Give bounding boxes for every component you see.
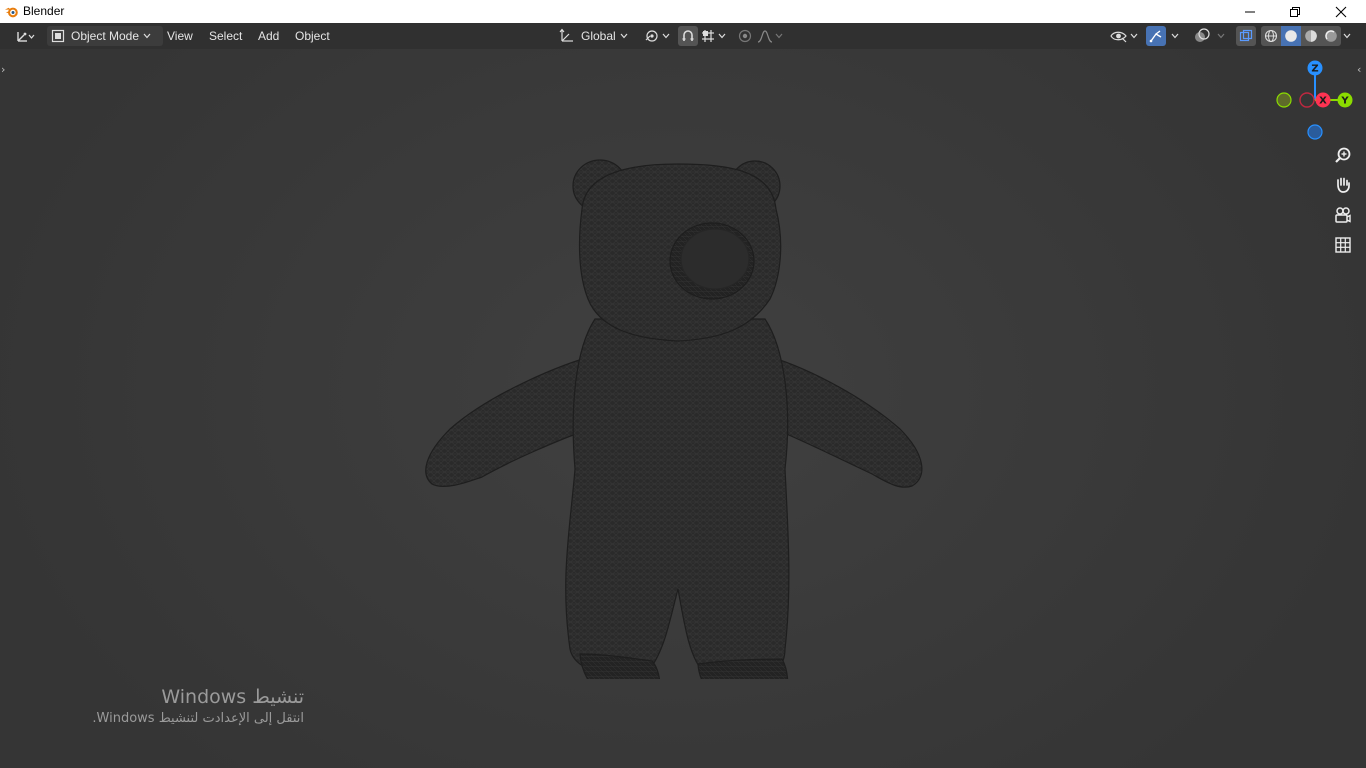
chevron-down-icon xyxy=(1171,33,1179,39)
restore-button[interactable] xyxy=(1272,0,1318,23)
mode-label: Object Mode xyxy=(71,29,140,43)
snap-target-dropdown[interactable] xyxy=(700,26,730,46)
editor-type-dropdown[interactable] xyxy=(10,26,40,46)
snap-icon xyxy=(682,30,694,41)
chevron-down-icon xyxy=(143,33,151,39)
3d-viewport[interactable]: › ‹ Z X Y تنشيط Windows انتقل إلى الإعدا… xyxy=(0,49,1366,768)
material-shading-button[interactable] xyxy=(1301,26,1321,46)
falloff-dropdown[interactable] xyxy=(757,26,787,46)
material-shading-icon xyxy=(1305,30,1317,42)
shading-dropdown[interactable] xyxy=(1340,26,1354,46)
transform-orientation-dropdown[interactable]: Global xyxy=(559,26,635,46)
menu-view[interactable]: View xyxy=(161,26,199,46)
wireframe-shading-button[interactable] xyxy=(1261,26,1281,46)
chevron-down-icon xyxy=(1217,33,1225,39)
transform-orientation-label: Global xyxy=(581,29,616,43)
chevron-down-icon xyxy=(1343,33,1351,39)
teddy-bear-mesh[interactable] xyxy=(420,109,940,679)
proportional-editing-toggle[interactable] xyxy=(735,26,755,46)
overlay-dropdown[interactable] xyxy=(1214,26,1228,46)
pivot-point-dropdown[interactable] xyxy=(644,26,672,46)
activation-title: تنشيط Windows xyxy=(161,686,304,708)
falloff-icon xyxy=(757,30,773,43)
restore-icon xyxy=(1290,6,1300,17)
navigation-gizmo[interactable]: Z X Y xyxy=(1270,57,1366,147)
proportional-editing-icon xyxy=(738,29,752,43)
wireframe-shading-icon xyxy=(1264,29,1278,43)
shading-mode-group xyxy=(1261,26,1341,46)
object-mode-icon xyxy=(51,29,65,43)
transform-orientation-icon xyxy=(559,28,573,42)
toolbar-expand-icon[interactable]: › xyxy=(1,63,5,76)
snap-increment-icon xyxy=(702,30,714,42)
zoom-icon xyxy=(1335,147,1351,163)
overlay-icon xyxy=(1195,28,1210,42)
pan-button[interactable] xyxy=(1331,173,1355,197)
rendered-shading-icon xyxy=(1325,30,1337,42)
snap-toggle[interactable] xyxy=(678,26,698,46)
camera-view-button[interactable] xyxy=(1331,203,1355,227)
overlay-toggle[interactable] xyxy=(1192,26,1212,46)
neg-x-axis-handle[interactable] xyxy=(1299,92,1315,108)
gizmo-dropdown[interactable] xyxy=(1167,26,1183,46)
gizmo-icon xyxy=(1149,30,1162,43)
visibility-icon xyxy=(1110,31,1127,43)
rendered-shading-button[interactable] xyxy=(1321,26,1341,46)
window-title: Blender xyxy=(23,4,65,18)
chevron-down-icon xyxy=(775,33,783,39)
camera-view-icon xyxy=(1335,207,1351,223)
perspective-grid-icon xyxy=(1335,237,1351,253)
editor-type-icon xyxy=(17,32,35,42)
menu-select[interactable]: Select xyxy=(203,26,248,46)
y-axis-label: Y xyxy=(1340,96,1349,107)
minimize-icon xyxy=(1245,11,1255,12)
solid-shading-button[interactable] xyxy=(1281,26,1301,46)
menu-object[interactable]: Object xyxy=(289,26,336,46)
windows-activation-notice: تنشيط Windows انتقل إلى الإعدادت لتنشيط … xyxy=(40,686,304,726)
close-icon xyxy=(1335,6,1347,17)
chevron-down-icon xyxy=(718,33,726,39)
solid-shading-icon xyxy=(1285,30,1297,42)
title-bar: Blender xyxy=(0,0,1366,23)
object-visibility-dropdown[interactable] xyxy=(1110,26,1140,46)
gizmo-toggle[interactable] xyxy=(1146,26,1166,46)
neg-y-axis-handle[interactable] xyxy=(1276,92,1292,108)
minimize-button[interactable] xyxy=(1227,0,1273,23)
neg-z-axis-handle[interactable] xyxy=(1307,124,1323,140)
viewport-header: Object Mode View Select Add Object Globa… xyxy=(0,23,1366,49)
x-axis-label: X xyxy=(1319,96,1327,107)
activation-message: انتقل إلى الإعدادت لتنشيط Windows. xyxy=(92,711,304,726)
xray-toggle[interactable] xyxy=(1236,26,1256,46)
chevron-down-icon xyxy=(1130,33,1138,39)
close-button[interactable] xyxy=(1318,0,1364,23)
zoom-button[interactable] xyxy=(1331,143,1355,167)
chevron-down-icon xyxy=(662,33,670,39)
pan-hand-icon xyxy=(1337,177,1350,193)
perspective-toggle-button[interactable] xyxy=(1331,233,1355,257)
chevron-down-icon xyxy=(620,33,628,39)
pivot-point-icon xyxy=(645,30,658,42)
xray-icon xyxy=(1239,29,1253,42)
z-axis-label: Z xyxy=(1311,64,1318,75)
mode-dropdown[interactable]: Object Mode xyxy=(47,26,163,46)
blender-logo-icon xyxy=(4,7,18,18)
menu-add[interactable]: Add xyxy=(252,26,285,46)
